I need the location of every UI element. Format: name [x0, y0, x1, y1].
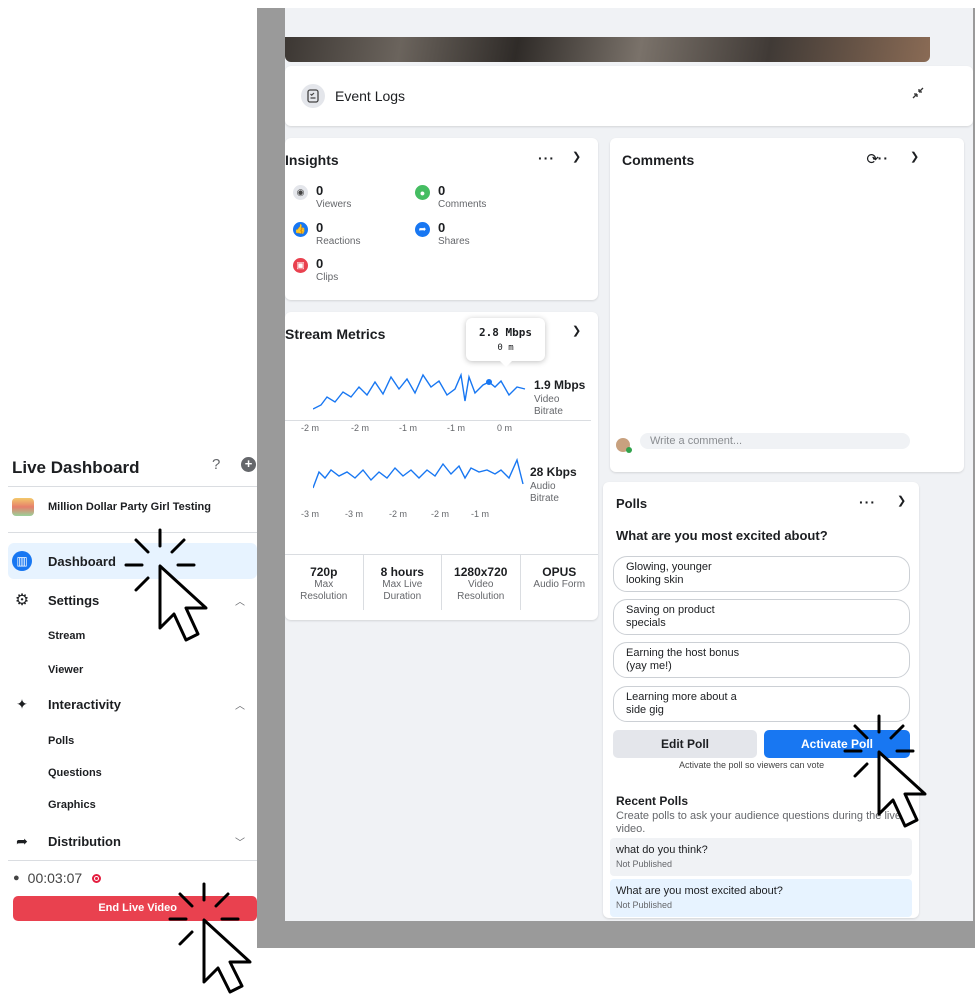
chevron-up-icon: ︿	[235, 596, 245, 608]
polls-card: Polls ··· ❯ What are you most excited ab…	[603, 482, 919, 918]
bitrate-tooltip: 2.8 Mbps 0 m	[466, 318, 545, 367]
event-logs-card[interactable]: Event Logs	[285, 66, 973, 126]
poll-option[interactable]: Glowing, younger looking skin	[613, 556, 910, 592]
stream-metrics-title: Stream Metrics	[285, 326, 386, 342]
stream-metrics-card: Stream Metrics ❯ 1.9 Mbps Video Bitrate …	[285, 312, 598, 620]
sidebar-item-polls[interactable]: Polls	[48, 735, 74, 747]
audio-bitrate-graph	[313, 458, 524, 489]
more-options-icon[interactable]: ···	[859, 494, 876, 510]
recording-icon	[92, 873, 102, 883]
insights-card: Insights ··· ❯ ◉ 0 Viewers ● 0 Comments 👍 …	[285, 138, 598, 300]
more-options-icon[interactable]: ···	[872, 150, 889, 166]
edit-poll-button[interactable]: Edit Poll	[613, 730, 757, 758]
chevron-up-icon: ︿	[235, 700, 245, 712]
clipboard-icon	[301, 84, 325, 108]
dashboard-icon: ▥	[12, 551, 32, 571]
video-axis: -2 m -2 m -1 m -1 m 0 m	[301, 423, 513, 431]
click-cursor-icon	[124, 528, 208, 642]
share-icon: ➦	[415, 222, 430, 237]
comment-icon: ●	[415, 185, 430, 200]
plus-icon[interactable]: +	[241, 457, 256, 472]
video-bitrate-graph	[313, 372, 526, 410]
sidebar-item-viewer[interactable]: Viewer	[48, 664, 83, 676]
sidebar-item-graphics[interactable]: Graphics	[48, 799, 96, 811]
eye-icon: ◉	[293, 185, 308, 200]
click-cursor-icon	[843, 714, 927, 828]
video-preview	[285, 37, 930, 62]
sidebar-item-questions[interactable]: Questions	[48, 767, 102, 779]
chevron-down-icon[interactable]: ❯	[572, 324, 581, 337]
stat-comments: ● 0 Comments	[415, 183, 486, 211]
recent-polls-title: Recent Polls	[616, 794, 689, 808]
spec-audio-format: OPUS Audio Form	[533, 565, 586, 590]
avatar	[616, 438, 632, 453]
insights-title: Insights	[285, 152, 339, 168]
comment-input[interactable]: Write a comment...	[640, 433, 910, 449]
activate-hint: Activate the poll so viewers can vote	[679, 760, 825, 770]
share-arrow-icon: ➦	[16, 832, 28, 849]
gear-icon: ⚙	[14, 592, 30, 609]
live-timer: ● 00:03:07	[13, 870, 102, 886]
stat-shares: ➦ 0 Shares	[415, 220, 470, 248]
stat-viewers: ◉ 0 Viewers	[293, 183, 351, 211]
more-options-icon[interactable]: ···	[538, 150, 555, 166]
sidebar-item-distribution[interactable]: ➦ Distribution ﹀	[8, 823, 257, 859]
page-title: Live Dashboard	[12, 458, 140, 477]
comments-title: Comments	[622, 152, 695, 168]
stat-reactions: 👍 0 Reactions	[293, 220, 361, 247]
thumbs-up-icon: 👍	[293, 222, 308, 237]
comments-card: Comments ⟳ ··· ❯	[610, 138, 964, 472]
spec-max-duration: 8 hours Max Live Duration	[364, 555, 442, 610]
spec-video-resolution: 1280x720 Video Resolution	[442, 555, 521, 610]
click-cursor-icon	[168, 882, 252, 994]
event-logs-title: Event Logs	[335, 88, 406, 104]
help-icon[interactable]: ?	[212, 456, 220, 473]
sidebar-item-interactivity[interactable]: ✦ Interactivity ︿	[8, 686, 257, 722]
stat-clips: ▣ 0 Clips	[293, 256, 338, 284]
chevron-down-icon[interactable]: ❯	[572, 150, 581, 163]
collapse-icon[interactable]	[911, 86, 925, 103]
poll-question: What are you most excited about?	[616, 528, 828, 543]
chevron-down-icon: ﹀	[235, 837, 245, 849]
clock-icon: ●	[13, 872, 20, 884]
poll-option[interactable]: Earning the host bonus (yay me!)	[613, 642, 910, 678]
page-name: Million Dollar Party Girl Testing	[48, 501, 211, 513]
sidebar-item-stream[interactable]: Stream	[48, 630, 85, 642]
stream-specs: 720p Max Resolution 8 hours Max Live Duratio…	[285, 554, 598, 610]
sparkle-icon: ✦	[16, 695, 28, 712]
online-indicator	[626, 447, 632, 453]
chevron-down-icon[interactable]: ❯	[897, 494, 906, 507]
spec-max-resolution: 720p Max Resolution	[285, 555, 364, 610]
page-selector[interactable]: Million Dollar Party Girl Testing	[12, 498, 211, 516]
chevron-down-icon[interactable]: ❯	[910, 150, 919, 163]
clip-icon: ▣	[293, 258, 308, 273]
poll-option[interactable]: Saving on product specials	[613, 599, 910, 635]
polls-title: Polls	[616, 496, 648, 511]
audio-axis: -3 m -3 m -2 m -2 m -1 m	[301, 509, 489, 519]
recent-poll-item[interactable]: What are you most excited about? Not Pub…	[610, 879, 912, 917]
page-avatar	[12, 498, 34, 516]
recent-poll-item[interactable]: what do you think? Not Published	[610, 838, 912, 876]
